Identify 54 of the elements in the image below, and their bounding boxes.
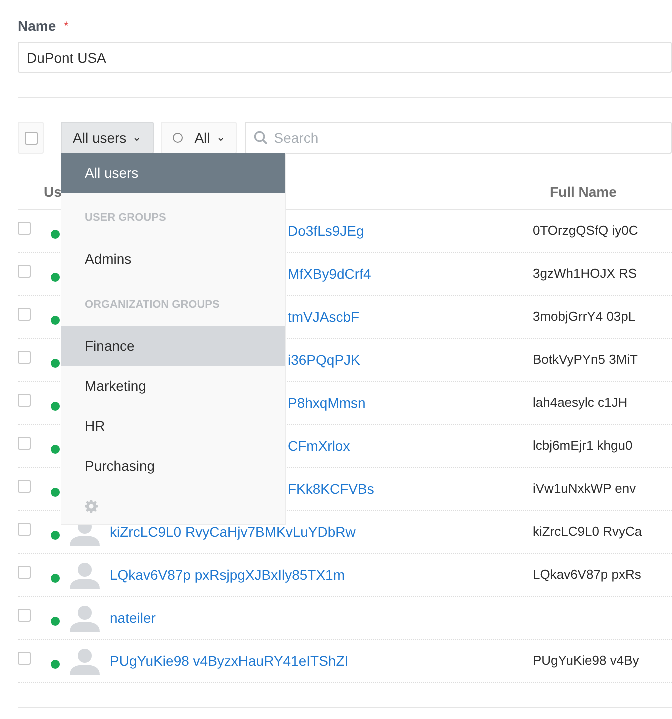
avatar-icon — [69, 561, 101, 589]
menu-section-header: USER GROUPS — [84, 211, 168, 226]
select-all-checkbox[interactable] — [24, 132, 38, 144]
column-header: Full Name — [550, 183, 617, 202]
username-link[interactable]: CFmXrlox — [288, 436, 350, 456]
full-name-cell-text: PUgYuKie98 v4By — [533, 652, 640, 670]
full-name-cell-text: BotkVyPYn5 3MiT — [533, 351, 638, 370]
username-link[interactable]: MfXBy9dCrf4 — [288, 264, 372, 284]
full-name-cell-text: 0TOrzgQSfQ iy0C — [533, 222, 638, 240]
status-filter-dropdown[interactable]: All ⌄ — [160, 122, 238, 154]
username-link[interactable]: PUgYuKie98 v4ByzxHauRY41eITShZI — [110, 650, 349, 672]
menu-item[interactable]: HR — [61, 406, 285, 446]
full-name-cell-text: kiZrcLC9L0 RvyCa — [533, 523, 642, 542]
row-checkbox[interactable] — [18, 522, 31, 536]
row-checkbox[interactable] — [18, 608, 31, 622]
username-link[interactable]: LQkav6V87p pxRsjpgXJBxIly85TX1m — [110, 564, 345, 586]
full-name-cell-text: 3mobjGrrY4 03pL — [533, 308, 636, 326]
required-mark: * — [64, 18, 69, 35]
username-link[interactable]: FKk8KCFVBs — [288, 478, 374, 500]
full-name-cell-text: lah4aesylc c1JH — [533, 394, 628, 412]
full-name-cell-text: iVw1uNxkWP env — [533, 480, 636, 498]
menu-item[interactable]: Finance — [61, 326, 285, 366]
search-icon — [254, 131, 268, 145]
username-link[interactable]: nateiler — [110, 608, 156, 628]
menu-item[interactable]: Marketing — [61, 366, 285, 406]
avatar-icon — [69, 647, 101, 675]
menu-item[interactable]: Admins — [61, 240, 285, 280]
avatar-icon — [69, 604, 101, 632]
row-checkbox[interactable] — [18, 264, 31, 278]
name-input-field[interactable]: DuPont USA — [18, 42, 672, 73]
menu-item[interactable]: All users — [61, 153, 285, 193]
settings-icon[interactable] — [85, 500, 98, 513]
row-checkbox[interactable] — [18, 308, 31, 320]
menu-section-header: ORGANIZATION GROUPS — [84, 298, 221, 312]
row-checkbox[interactable] — [18, 436, 31, 450]
column-header: Us — [44, 183, 63, 202]
full-name-cell-text: 3gzWh1HOJX RS — [533, 265, 638, 284]
username-link[interactable]: Do3fLs9JEg — [288, 220, 364, 242]
row-checkbox[interactable] — [18, 350, 31, 364]
row-checkbox[interactable] — [18, 480, 31, 492]
search-field[interactable]: Search — [245, 122, 672, 154]
row-checkbox[interactable] — [18, 652, 31, 664]
username-link[interactable]: tmVJAscbF — [288, 306, 360, 328]
field-label: Name — [18, 16, 56, 36]
menu-item[interactable]: Purchasing — [61, 446, 285, 486]
group-filter-dropdown[interactable]: All users ⌄ — [61, 122, 154, 154]
username-link[interactable]: kiZrcLC9L0 RvyCaHjv7BMKvLuYDbRw — [110, 522, 356, 542]
username-link[interactable]: i36PQqPJK — [288, 350, 360, 370]
row-checkbox[interactable] — [18, 394, 31, 406]
full-name-cell-text: LQkav6V87p pxRs — [533, 566, 642, 584]
row-checkbox[interactable] — [18, 566, 31, 578]
full-name-cell-text: lcbj6mEjr1 khgu0 — [533, 437, 633, 456]
row-checkbox[interactable] — [18, 222, 31, 234]
username-link[interactable]: P8hxqMmsn — [288, 392, 366, 414]
